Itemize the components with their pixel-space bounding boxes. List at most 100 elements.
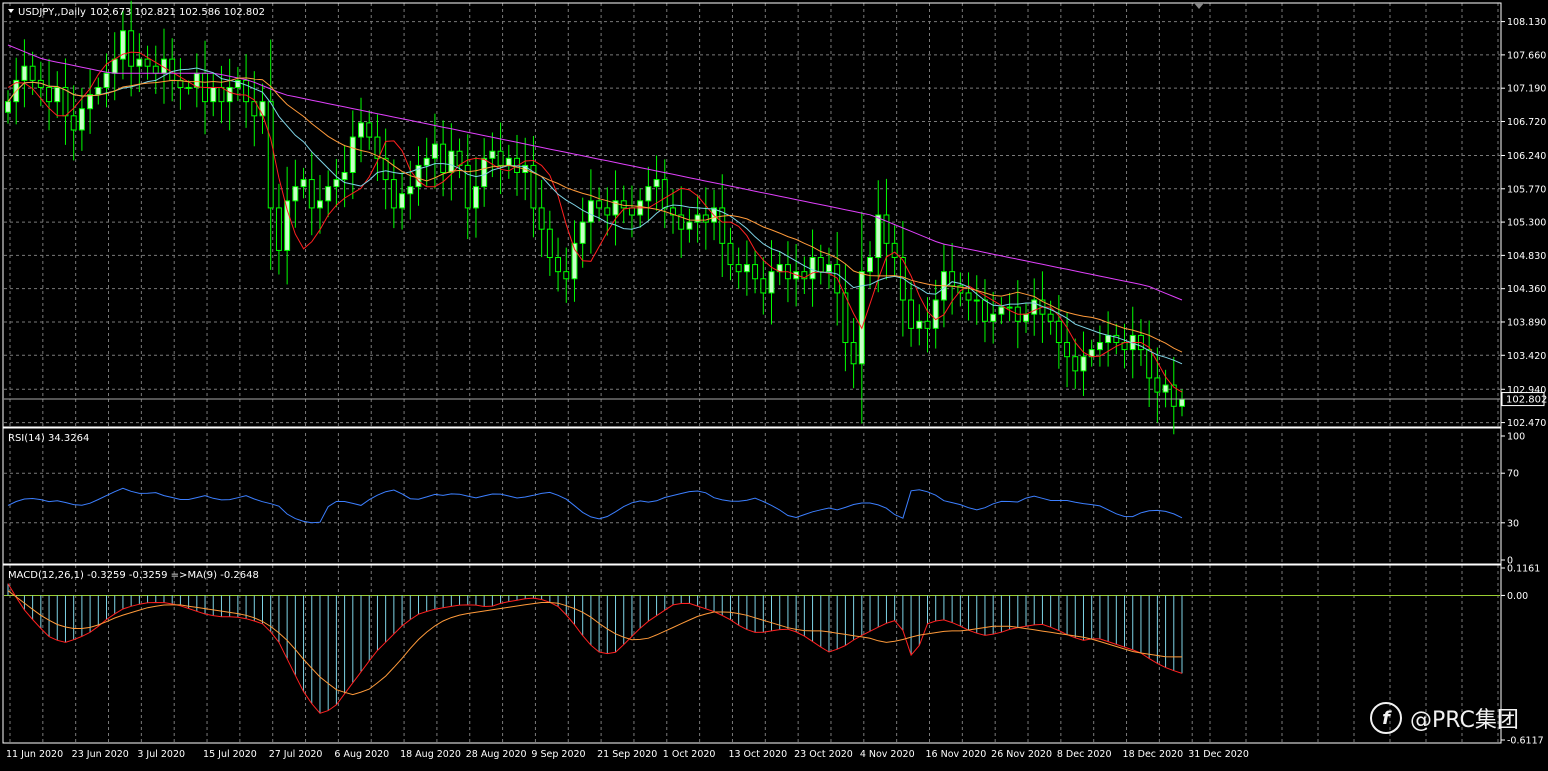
candle-body xyxy=(949,271,956,287)
candle-body xyxy=(54,86,61,103)
rsi-tick-label: 30 xyxy=(1507,518,1519,529)
rsi-title: RSI(14) 34.3264 xyxy=(8,433,89,444)
candle-body xyxy=(489,150,496,159)
candle-body xyxy=(87,94,94,110)
candle-body xyxy=(891,242,898,259)
candle-body xyxy=(152,65,159,74)
symbol-title: USDJPY,,Daily xyxy=(18,7,86,18)
time-tick-label: 28 Aug 2020 xyxy=(466,749,527,760)
candle-body xyxy=(144,58,151,67)
candle-body xyxy=(399,193,406,209)
candle-body xyxy=(267,101,274,209)
candle-body xyxy=(1146,349,1153,379)
candle-body xyxy=(1064,342,1071,358)
candle-body xyxy=(300,179,307,188)
candle-body xyxy=(826,264,832,273)
time-tick-label: 23 Oct 2020 xyxy=(794,749,853,760)
candle-body xyxy=(702,214,709,223)
candle-body xyxy=(275,207,282,251)
chart-canvas[interactable]: 108.130 107.660 107.190 106.720 106.240 105.7… xyxy=(0,0,1548,767)
candle-body xyxy=(1105,334,1112,344)
time-tick-label: 21 Sep 2020 xyxy=(597,749,657,760)
price-tick-label: 105.300 xyxy=(1507,218,1546,229)
prc-logo-icon: f xyxy=(1370,702,1402,734)
price-tick-label: 105.770 xyxy=(1507,184,1546,195)
candle-body xyxy=(555,257,562,273)
candle-body xyxy=(743,264,750,273)
time-tick-label: 8 Dec 2020 xyxy=(1057,749,1112,760)
candle-body xyxy=(604,207,611,216)
candle-body xyxy=(103,72,110,88)
price-tick-label: 107.190 xyxy=(1507,84,1546,95)
candle-body xyxy=(1179,398,1185,407)
candle-body xyxy=(210,86,217,103)
candle-body xyxy=(579,221,586,244)
candle-body xyxy=(809,257,816,280)
candle-body xyxy=(505,157,512,166)
macd-tick-label: 0.00 xyxy=(1507,591,1528,602)
candle-body xyxy=(128,30,135,67)
time-tick-label: 27 Jul 2020 xyxy=(269,749,323,760)
candle-body xyxy=(883,214,890,244)
time-tick-label: 26 Nov 2020 xyxy=(991,749,1052,760)
current-price-tag: 102.802 xyxy=(1501,392,1547,407)
candle-body xyxy=(1080,356,1087,372)
candle-body xyxy=(546,228,553,259)
candle-body xyxy=(973,299,980,302)
time-tick-label: 23 Jun 2020 xyxy=(72,749,129,760)
candle-body xyxy=(924,320,931,329)
candle-body xyxy=(431,143,438,159)
candle-body xyxy=(735,264,742,273)
candle-body xyxy=(1162,384,1169,393)
time-tick-label: 18 Aug 2020 xyxy=(400,749,461,760)
candle-body xyxy=(1072,356,1079,372)
time-tick-label: 3 Jul 2020 xyxy=(137,749,185,760)
candle-body xyxy=(653,179,660,188)
time-tick-label: 6 Aug 2020 xyxy=(334,749,389,760)
price-tick-label: 102.470 xyxy=(1507,418,1546,429)
time-tick-label: 13 Oct 2020 xyxy=(728,749,787,760)
candle-body xyxy=(78,108,85,131)
candle-body xyxy=(1006,306,1013,309)
candle-body xyxy=(1096,342,1103,351)
candle-body xyxy=(686,221,693,230)
candle-body xyxy=(218,86,225,103)
watermark: f @PRC集团 xyxy=(1370,700,1540,736)
candle-body xyxy=(1047,313,1054,322)
candle-body xyxy=(932,299,939,329)
candle-body xyxy=(308,179,315,209)
candle-body xyxy=(875,214,882,259)
time-tick-label: 18 Dec 2020 xyxy=(1123,749,1184,760)
candle-body xyxy=(990,313,997,322)
candle-body xyxy=(760,278,767,294)
candle-body xyxy=(1031,299,1038,315)
candle-body xyxy=(390,179,397,209)
candle-body xyxy=(481,157,488,188)
candle-body xyxy=(645,186,652,202)
candle-body xyxy=(620,200,627,209)
candle-body xyxy=(341,171,348,181)
candle-body xyxy=(358,122,364,138)
candle-body xyxy=(243,79,250,103)
candle-body xyxy=(1055,320,1062,344)
candle-body xyxy=(472,186,479,209)
time-tick-label: 9 Sep 2020 xyxy=(531,749,585,760)
candle-body xyxy=(185,86,192,89)
candle-body xyxy=(694,214,701,223)
candle-body xyxy=(177,79,184,88)
price-tick-label: 107.660 xyxy=(1507,50,1546,61)
candle-body xyxy=(325,186,332,202)
time-tick-label: 1 Oct 2020 xyxy=(663,749,716,760)
candle-body xyxy=(998,306,1005,315)
candle-body xyxy=(448,150,455,173)
trading-chart-window[interactable]: 108.130 107.660 107.190 106.720 106.240 105.7… xyxy=(0,0,1548,767)
candle-body xyxy=(1023,313,1029,322)
chart-background xyxy=(0,0,1548,767)
candle-body xyxy=(661,179,668,209)
rsi-tick-label: 70 xyxy=(1507,469,1519,480)
macd-title: MACD(12,26,1) -0.3259 -0.3259 =>MA(9) -0… xyxy=(8,570,259,581)
candle-body xyxy=(366,122,373,138)
time-tick-label: 31 Dec 2020 xyxy=(1188,749,1249,760)
candle-body xyxy=(752,264,759,280)
price-tick-label: 103.890 xyxy=(1507,317,1546,328)
